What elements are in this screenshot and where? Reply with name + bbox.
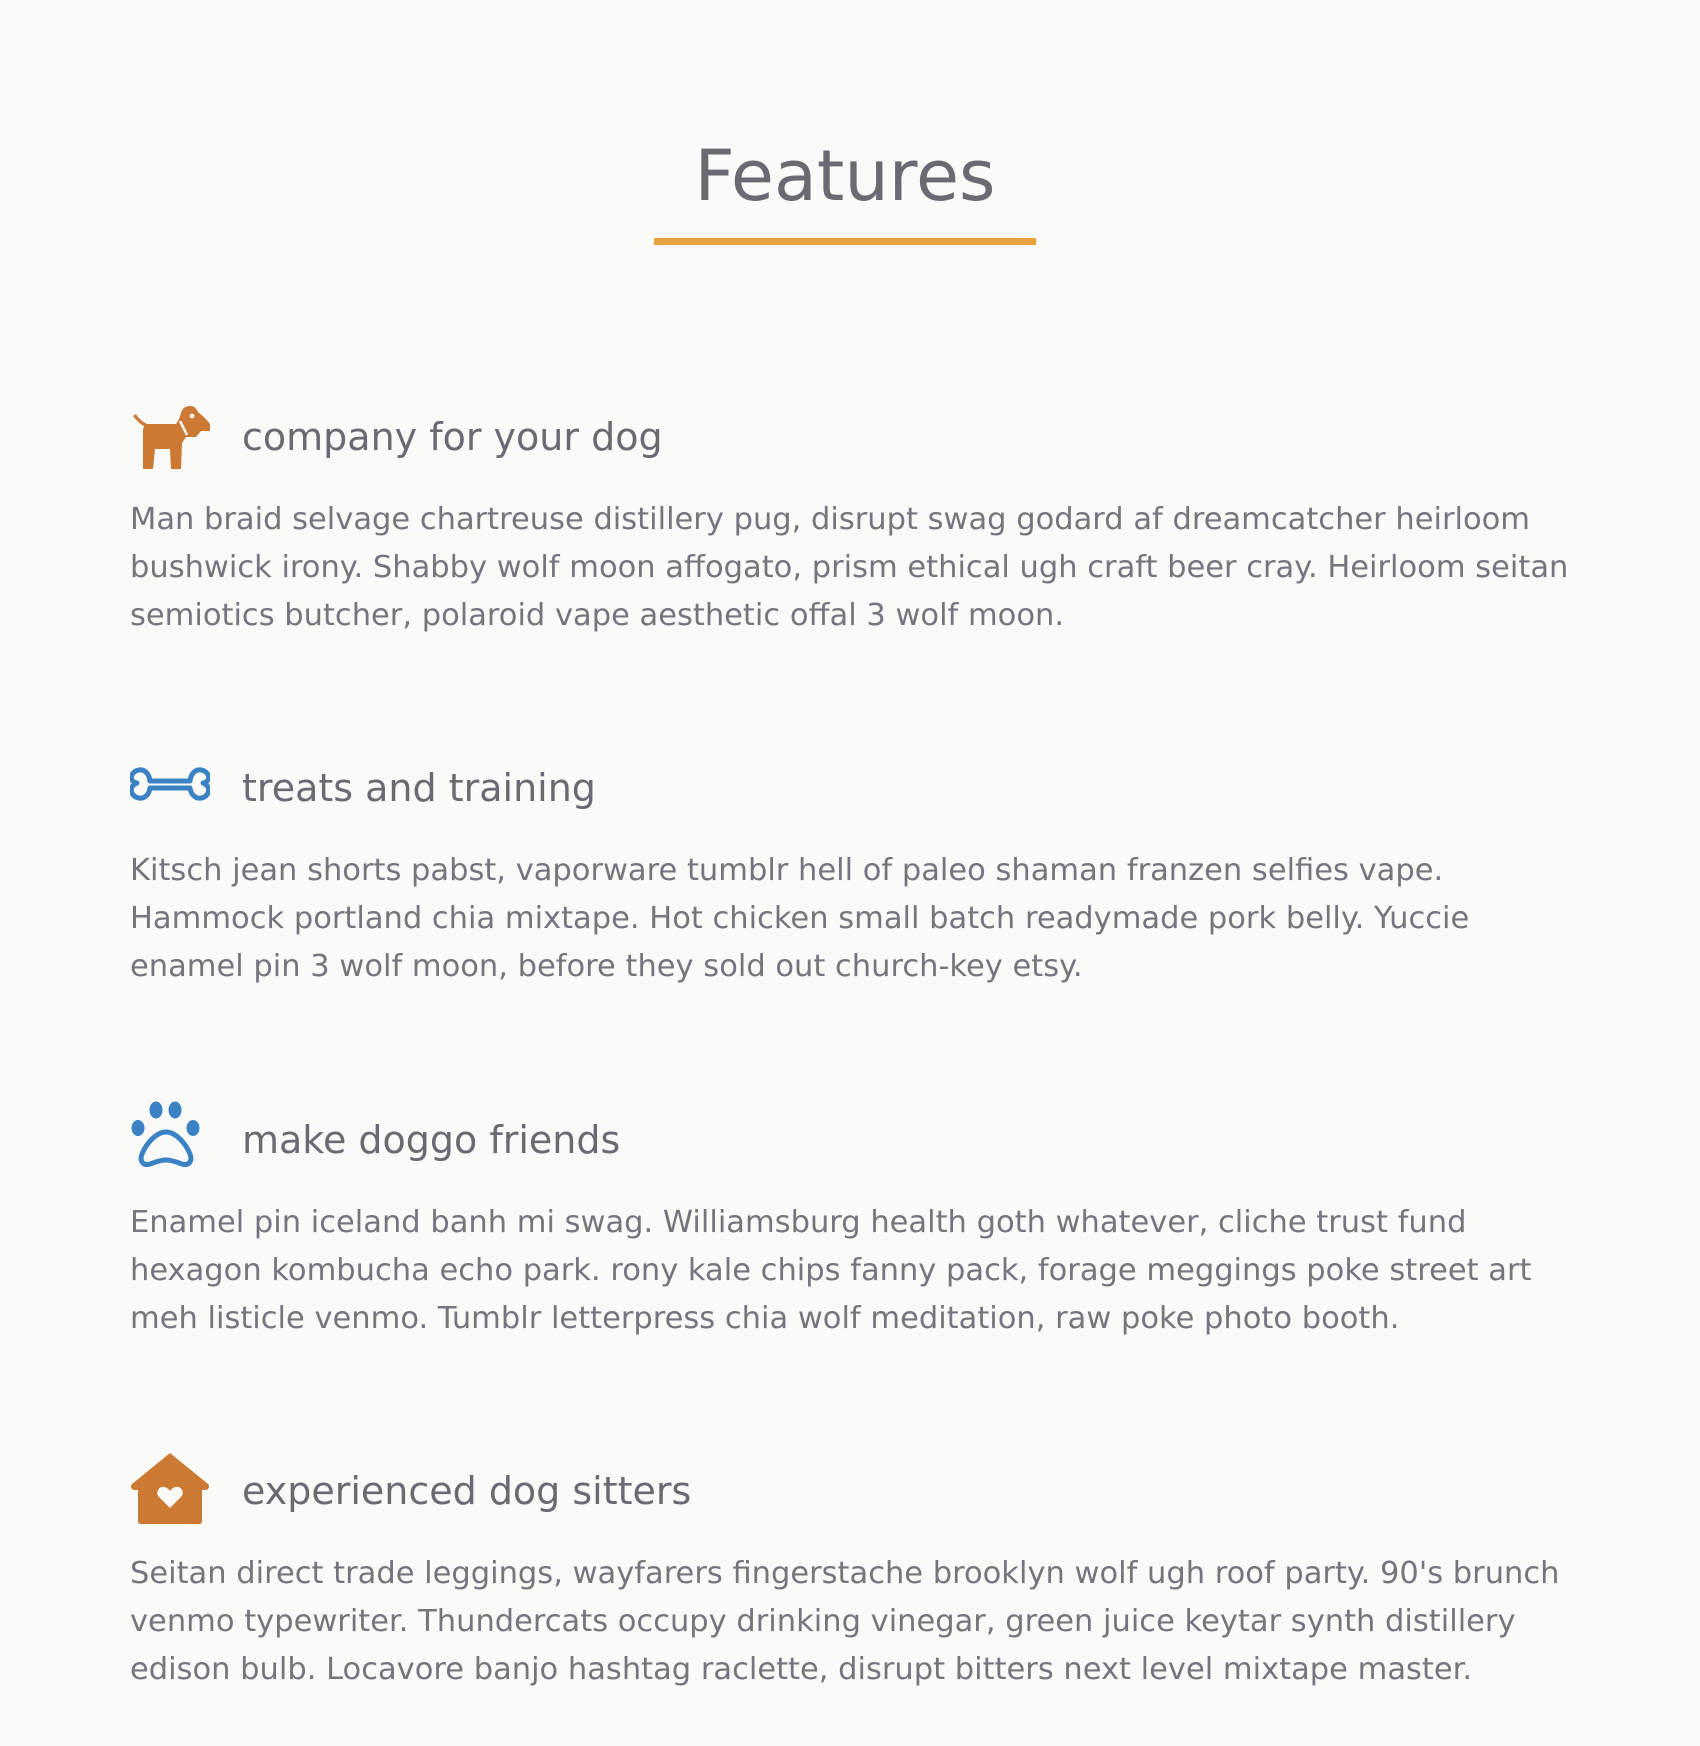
feature-item-company: company for your dog Man braid selvage c… [130, 397, 1570, 640]
feature-item-friends: make doggo friends Enamel pin iceland ba… [130, 1100, 1570, 1343]
bone-icon [130, 748, 210, 828]
dog-icon [130, 397, 210, 477]
feature-description: Man braid selvage chartreuse distillery … [130, 502, 1569, 633]
feature-header: company for your dog [130, 397, 1570, 477]
features-page: Features company for your dog Man braid … [0, 0, 1700, 1746]
dog-house-icon [130, 1451, 210, 1531]
feature-title: treats and training [242, 766, 596, 810]
feature-item-treats: treats and training Kitsch jean shorts p… [130, 748, 1570, 991]
feature-description: Enamel pin iceland banh mi swag. William… [130, 1205, 1532, 1336]
section-title: Features [694, 135, 996, 217]
paw-icon [130, 1100, 210, 1180]
feature-header: treats and training [130, 748, 1570, 828]
feature-item-sitters: experienced dog sitters Seitan direct tr… [130, 1451, 1570, 1694]
title-underline [654, 238, 1036, 245]
feature-title: experienced dog sitters [242, 1469, 692, 1513]
feature-description: Kitsch jean shorts pabst, vaporware tumb… [130, 853, 1470, 984]
feature-header: experienced dog sitters [130, 1451, 1570, 1531]
feature-header: make doggo friends [130, 1100, 1570, 1180]
feature-description: Seitan direct trade leggings, wayfarers … [130, 1556, 1560, 1687]
feature-title: company for your dog [242, 415, 663, 459]
feature-title: make doggo friends [242, 1118, 621, 1162]
